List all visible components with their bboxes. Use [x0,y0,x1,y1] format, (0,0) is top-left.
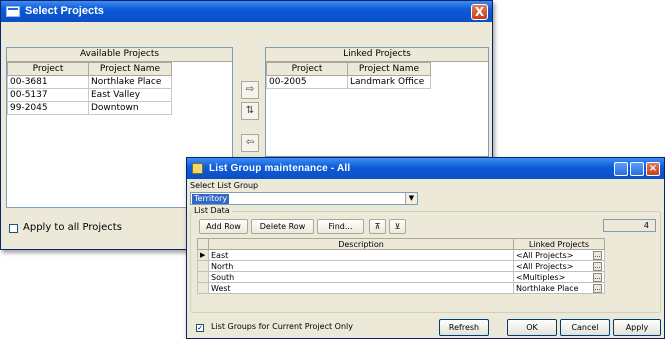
table-row[interactable]: ▶ East <All Projects>... [197,249,605,261]
linked-projects-value: <Multiples> [516,272,566,282]
list-data-table: Description Linked Projects ▶ East <All … [197,238,605,294]
move-top-button[interactable]: ⊼ [369,219,386,234]
ellipsis-button[interactable]: ... [593,250,602,260]
project-cell: 00-5137 [7,88,89,102]
table-row[interactable]: 00-3681 Northlake Place [7,75,172,89]
description-cell[interactable]: East [208,249,514,261]
column-header-project-name[interactable]: Project Name [347,62,431,76]
linked-projects-cell[interactable]: <All Projects>... [513,249,605,261]
window-icon [6,6,20,17]
find-button[interactable]: Find... [317,219,364,234]
row-selector[interactable]: ▶ [197,249,209,261]
maximize-button[interactable] [630,162,644,176]
list-group-select[interactable]: Territory ▼ [190,192,418,205]
remove-project-button[interactable]: ⇦ [241,134,259,152]
project-cell: 00-3681 [7,75,89,89]
minimize-button[interactable] [614,162,628,176]
row-selector-header [197,238,209,250]
current-project-only-label: List Groups for Current Project Only [211,322,353,331]
cancel-button[interactable]: Cancel [560,319,610,336]
linked-projects-cell[interactable]: <Multiples>... [513,271,605,283]
description-cell[interactable]: South [208,271,514,283]
add-project-button[interactable]: ⇨ [241,81,259,99]
window-title: List Group maintenance - All [209,163,351,174]
arrow-right-icon: ⇨ [245,84,255,95]
list-group-window: List Group maintenance - All × Select Li… [186,157,665,339]
select-projects-titlebar[interactable]: Select Projects X [1,1,492,22]
current-row-icon: ▶ [200,251,206,259]
add-all-projects-button[interactable]: ⇅ [241,102,259,120]
row-selector[interactable] [197,260,209,272]
close-button[interactable]: × [646,162,660,176]
apply-all-checkbox[interactable] [9,224,18,233]
row-count: 4 [603,219,656,232]
table-header-row: Project Project Name [7,62,172,76]
ok-button[interactable]: OK [507,319,557,336]
refresh-button[interactable]: Refresh [439,319,489,336]
project-name-cell: Northlake Place [88,75,172,89]
table-row[interactable]: 00-2005 Landmark Office [266,75,431,89]
table-header-row: Description Linked Projects [197,238,605,250]
move-top-icon: ⊼ [374,222,381,231]
project-name-cell: Landmark Office [347,75,431,89]
double-arrow-icon: ⇅ [245,105,255,116]
table-header-row: Project Project Name [266,62,431,76]
delete-row-button[interactable]: Delete Row [251,219,314,234]
add-row-button[interactable]: Add Row [199,219,248,234]
table-row[interactable]: West Northlake Place... [197,282,605,294]
linked-projects-table: Project Project Name 00-2005 Landmark Of… [266,62,431,89]
close-button[interactable]: X [471,4,488,20]
column-header-project[interactable]: Project [266,62,348,76]
row-selector[interactable] [197,271,209,283]
description-cell[interactable]: North [208,260,514,272]
list-group-titlebar[interactable]: List Group maintenance - All × [187,158,664,179]
linked-projects-value: Northlake Place [516,283,579,293]
description-cell[interactable]: West [208,282,514,294]
ellipsis-button[interactable]: ... [593,283,602,293]
project-name-cell: Downtown [88,101,172,115]
table-row[interactable]: North <All Projects>... [197,260,605,272]
linked-projects-panel: Linked Projects Project Project Name 00-… [265,47,489,157]
project-cell: 99-2045 [7,101,89,115]
list-data-label: List Data [192,206,232,215]
move-bottom-icon: ⊻ [394,222,401,231]
linked-projects-value: <All Projects> [516,261,574,271]
table-row[interactable]: South <Multiples>... [197,271,605,283]
apply-all-label: Apply to all Projects [23,222,122,233]
column-header-project-name[interactable]: Project Name [88,62,172,76]
column-header-description[interactable]: Description [208,238,514,250]
window-title: Select Projects [25,5,104,17]
ellipsis-button[interactable]: ... [593,272,602,282]
move-bottom-button[interactable]: ⊻ [389,219,406,234]
project-name-cell: East Valley [88,88,172,102]
column-header-linked-projects[interactable]: Linked Projects [513,238,605,250]
linked-projects-cell[interactable]: <All Projects>... [513,260,605,272]
arrow-left-icon: ⇦ [245,137,255,148]
available-projects-header: Available Projects [7,48,232,62]
linked-projects-cell[interactable]: Northlake Place... [513,282,605,294]
project-cell: 00-2005 [266,75,348,89]
app-icon [192,163,203,174]
select-list-group-label: Select List Group [190,181,259,190]
linked-projects-value: <All Projects> [516,250,574,260]
current-project-only-checkbox[interactable]: ✓ [196,324,204,332]
apply-button[interactable]: Apply [613,319,661,336]
row-selector[interactable] [197,282,209,294]
selected-value: Territory [192,194,230,204]
available-projects-table: Project Project Name 00-3681 Northlake P… [7,62,172,115]
chevron-down-icon[interactable]: ▼ [405,193,417,204]
table-row[interactable]: 99-2045 Downtown [7,101,172,115]
linked-projects-header: Linked Projects [266,48,488,62]
ellipsis-button[interactable]: ... [593,261,602,271]
column-header-project[interactable]: Project [7,62,89,76]
table-row[interactable]: 00-5137 East Valley [7,88,172,102]
